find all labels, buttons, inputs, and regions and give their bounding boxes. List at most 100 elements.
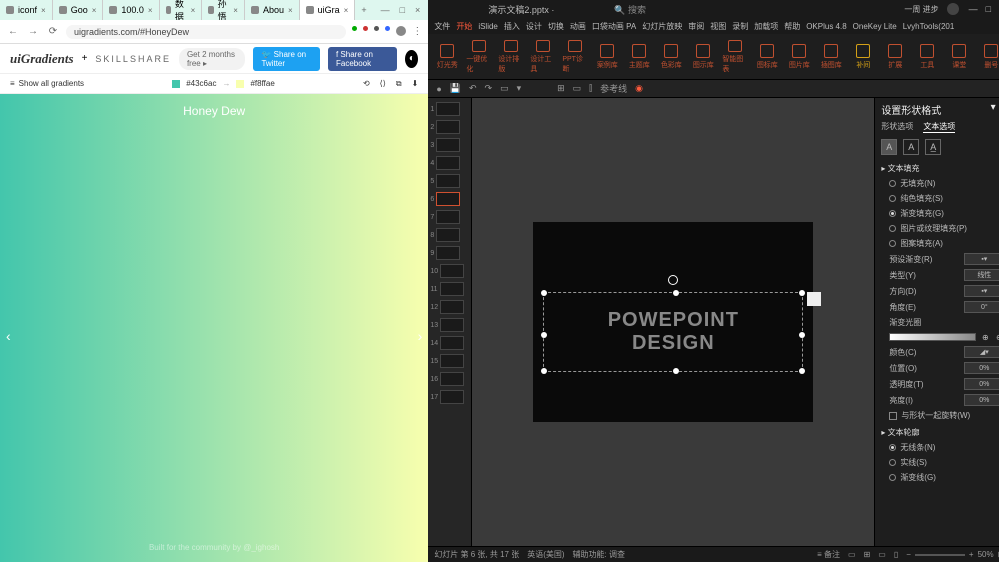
thumb-6[interactable]: 6 bbox=[430, 192, 469, 206]
window-close-icon[interactable]: × bbox=[415, 5, 420, 15]
fill-none[interactable]: 无填充(N) bbox=[881, 178, 999, 189]
ribbon-btn-8[interactable]: 图示库 bbox=[690, 40, 716, 74]
ribbon-btn-9[interactable]: 智能图表 bbox=[722, 40, 748, 74]
gradient-stops-slider[interactable] bbox=[889, 333, 976, 341]
ribbon-btn-11[interactable]: 图片库 bbox=[786, 40, 812, 74]
menu-home[interactable]: 开始 bbox=[456, 21, 472, 32]
tab-5[interactable]: Abou× bbox=[245, 0, 300, 20]
free-months-button[interactable]: Get 2 months free ▸ bbox=[179, 48, 246, 70]
menu-view[interactable]: 视图 bbox=[710, 21, 726, 32]
text-box-tab-icon[interactable]: A̲ bbox=[925, 139, 941, 155]
ribbon-btn-12[interactable]: 插图库 bbox=[818, 40, 844, 74]
ribbon-btn-6[interactable]: 主题库 bbox=[626, 40, 652, 74]
view-slideshow-icon[interactable]: ▯ bbox=[894, 550, 898, 559]
ribbon-btn-4[interactable]: PPT诊断 bbox=[562, 40, 588, 74]
menu-islide[interactable]: iSlide bbox=[478, 22, 498, 31]
menu-pa[interactable]: 口袋动画 PA bbox=[592, 21, 636, 32]
zoom-in-icon[interactable]: + bbox=[969, 550, 974, 559]
show-all-link[interactable]: Show all gradients bbox=[19, 79, 84, 88]
code-icon[interactable]: ⟨⟩ bbox=[380, 79, 386, 88]
thumb-4[interactable]: 4 bbox=[430, 156, 469, 170]
text-fill-tab-icon[interactable]: A bbox=[881, 139, 897, 155]
tool-icon[interactable]: ⫿ bbox=[589, 83, 592, 94]
fill-gradient[interactable]: 渐变填充(G) bbox=[881, 208, 999, 219]
ribbon-btn-17[interactable]: 删号 bbox=[978, 40, 999, 74]
tab-6[interactable]: uiGra× bbox=[300, 0, 356, 20]
group-icon[interactable]: ▭ bbox=[573, 83, 582, 94]
status-accessibility[interactable]: 辅助功能: 调查 bbox=[573, 549, 625, 560]
thumb-12[interactable]: 12 bbox=[430, 300, 469, 314]
menu-review[interactable]: 审阅 bbox=[688, 21, 704, 32]
direction-dropdown[interactable]: ▪▾ bbox=[964, 285, 999, 297]
qat-more-icon[interactable]: ▾ bbox=[517, 83, 522, 94]
slideshow-icon[interactable]: ▭ bbox=[500, 83, 509, 94]
redo-icon[interactable]: ↷ bbox=[485, 83, 493, 94]
type-dropdown[interactable]: 线性 bbox=[964, 269, 999, 281]
tab-close-icon[interactable]: × bbox=[41, 6, 46, 15]
save-icon[interactable]: 💾 bbox=[450, 83, 461, 94]
menu-addins[interactable]: 加载项 bbox=[754, 21, 778, 32]
view-reading-icon[interactable]: ▭ bbox=[878, 550, 886, 559]
ribbon-btn-15[interactable]: 工具 bbox=[914, 40, 940, 74]
zoom-value[interactable]: 50% bbox=[978, 550, 994, 559]
menu-insert[interactable]: 插入 bbox=[504, 21, 520, 32]
textbox-tag-icon[interactable] bbox=[807, 292, 821, 306]
thumb-17[interactable]: 17 bbox=[430, 390, 469, 404]
view-normal-icon[interactable]: ▭ bbox=[848, 550, 856, 559]
ext-icon[interactable] bbox=[374, 26, 379, 31]
menu-design[interactable]: 设计 bbox=[526, 21, 542, 32]
panel-tab-text[interactable]: 文本选项 bbox=[923, 121, 955, 133]
thumb-9[interactable]: 9 bbox=[430, 246, 469, 260]
ppt-min-icon[interactable]: — bbox=[969, 4, 978, 14]
islide-qat-icon[interactable]: ◉ bbox=[635, 83, 643, 94]
tab-4[interactable]: 孙悟× bbox=[202, 0, 245, 20]
fill-solid[interactable]: 纯色填充(S) bbox=[881, 193, 999, 204]
hamburger-icon[interactable]: ≡ bbox=[10, 79, 15, 88]
menu-animation[interactable]: 动画 bbox=[570, 21, 586, 32]
download-icon[interactable]: ⬇ bbox=[412, 79, 419, 88]
ribbon-btn-0[interactable]: 灯光秀 bbox=[434, 40, 460, 74]
rotate-with-shape[interactable]: 与形状一起旋转(W) bbox=[881, 410, 999, 421]
ribbon-btn-1[interactable]: 一键优化 bbox=[466, 40, 492, 74]
ppt-user[interactable]: 一周 进步 bbox=[904, 4, 942, 15]
menu-help[interactable]: 帮助 bbox=[784, 21, 800, 32]
panel-close-icon[interactable]: ▾ × bbox=[991, 102, 999, 117]
notes-button[interactable]: ≡ 备注 bbox=[817, 549, 840, 560]
ext-icon[interactable] bbox=[385, 26, 390, 31]
tab-2[interactable]: 100.0× bbox=[103, 0, 159, 20]
thumb-13[interactable]: 13 bbox=[430, 318, 469, 332]
swatch-2[interactable] bbox=[236, 80, 244, 88]
add-stop-icon[interactable]: ⊕ bbox=[980, 332, 990, 342]
outline-gradient[interactable]: 渐变线(G) bbox=[881, 472, 999, 483]
ribbon-btn-10[interactable]: 图标库 bbox=[754, 40, 780, 74]
thumb-3[interactable]: 3 bbox=[430, 138, 469, 152]
next-gradient-icon[interactable]: › bbox=[418, 328, 423, 344]
ribbon-btn-13[interactable]: 补间 bbox=[850, 40, 876, 74]
menu-slideshow[interactable]: 幻灯片放映 bbox=[642, 21, 682, 32]
fill-pattern[interactable]: 图案填充(A) bbox=[881, 238, 999, 249]
position-input[interactable]: 0% bbox=[964, 362, 999, 374]
reload-icon[interactable]: ⟳ bbox=[46, 26, 60, 37]
thumb-10[interactable]: 10 bbox=[430, 264, 469, 278]
menu-okplus[interactable]: OKPlus 4.8 bbox=[806, 22, 846, 31]
fill-picture[interactable]: 图片或纹理填充(P) bbox=[881, 223, 999, 234]
ribbon-btn-16[interactable]: 课堂 bbox=[946, 40, 972, 74]
color-picker[interactable]: ◢▾ bbox=[964, 346, 999, 358]
preset-dropdown[interactable]: ▪▾ bbox=[964, 253, 999, 265]
thumb-15[interactable]: 15 bbox=[430, 354, 469, 368]
thumb-16[interactable]: 16 bbox=[430, 372, 469, 386]
menu-file[interactable]: 文件 bbox=[434, 21, 450, 32]
thumb-2[interactable]: 2 bbox=[430, 120, 469, 134]
ppt-max-icon[interactable]: □ bbox=[986, 4, 991, 14]
more-icon[interactable]: ⋮ bbox=[412, 26, 422, 37]
status-lang[interactable]: 英语(美国) bbox=[527, 549, 564, 560]
ext-icon[interactable] bbox=[352, 26, 357, 31]
thumb-11[interactable]: 11 bbox=[430, 282, 469, 296]
outline-solid[interactable]: 实线(S) bbox=[881, 457, 999, 468]
text-effects-tab-icon[interactable]: A bbox=[903, 139, 919, 155]
rotate-handle-icon[interactable] bbox=[668, 275, 678, 285]
skillshare-logo[interactable]: SKILLSHARE bbox=[95, 54, 171, 64]
brightness-input[interactable]: 0% bbox=[964, 394, 999, 406]
tab-3[interactable]: 数据× bbox=[160, 0, 203, 20]
thumb-14[interactable]: 14 bbox=[430, 336, 469, 350]
